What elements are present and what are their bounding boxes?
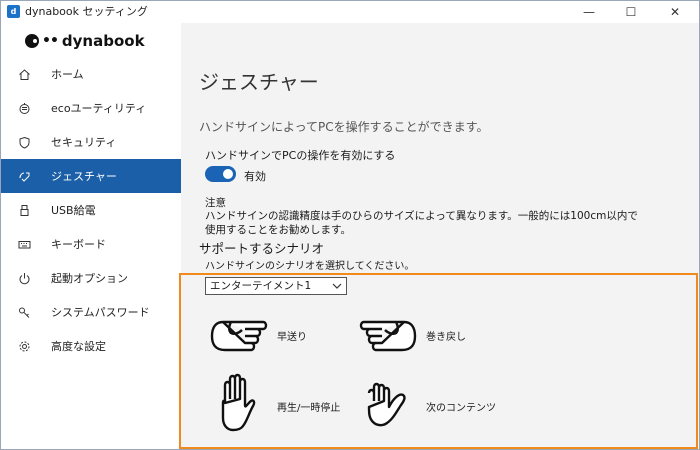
gesture-label: 巻き戻し	[426, 332, 466, 343]
gesture-label: 次のコンテンツ	[426, 403, 496, 414]
sidebar-item-keyboard[interactable]: キーボード	[1, 227, 181, 261]
scenario-selected-value: エンターテイメント1	[210, 280, 312, 292]
sidebar: •• dynabook ホーム ecoユーティリティ セキュリティ ジェスチャー…	[1, 23, 181, 449]
window-title: dynabook セッティング	[25, 5, 148, 18]
keyboard-icon	[17, 237, 31, 251]
maximize-button[interactable]: ☐	[609, 1, 653, 23]
page-title: ジェスチャー	[199, 70, 319, 94]
gesture-enable-toggle[interactable]	[205, 166, 236, 182]
sidebar-item-usb[interactable]: USB給電	[1, 193, 181, 227]
gesture-label: 早送り	[277, 332, 307, 343]
sidebar-item-label: ジェスチャー	[51, 170, 117, 183]
sidebar-item-home[interactable]: ホーム	[1, 57, 181, 91]
title-bar: d dynabook セッティング — ☐ ✕	[1, 1, 699, 23]
note-text: ハンドサインの認識精度は手のひらのサイズによって異なります。一般的には100cm…	[205, 210, 638, 236]
section-title: サポートするシナリオ	[199, 241, 325, 256]
toggle-knob	[223, 169, 233, 179]
sidebar-item-label: システムパスワード	[51, 306, 150, 319]
sidebar-item-label: ecoユーティリティ	[51, 102, 147, 115]
power-icon	[17, 271, 31, 285]
logo-dots-icon: ••	[42, 33, 59, 49]
sidebar-item-eco[interactable]: ecoユーティリティ	[1, 91, 181, 125]
toggle-state-label: 有効	[244, 170, 266, 183]
gesture-fast-forward	[209, 313, 271, 357]
main-content: ジェスチャー ハンドサインによってPCを操作することができます。 ハンドサインで…	[179, 23, 699, 449]
sidebar-item-security[interactable]: セキュリティ	[1, 125, 181, 159]
sidebar-item-label: USB給電	[51, 204, 96, 217]
logo-text: dynabook	[61, 32, 145, 50]
minimize-button[interactable]: —	[567, 1, 611, 23]
app-window: d dynabook セッティング — ☐ ✕ •• dynabook ホーム …	[0, 0, 700, 450]
sidebar-item-label: 起動オプション	[51, 272, 128, 285]
usb-icon	[17, 203, 31, 217]
open-palm-icon	[217, 373, 257, 433]
sidebar-item-gesture[interactable]: ジェスチャー	[1, 159, 181, 193]
gesture-play-pause	[217, 373, 257, 433]
hand-cup-icon	[363, 379, 409, 429]
app-icon: d	[7, 5, 20, 18]
sidebar-item-label: セキュリティ	[51, 136, 117, 149]
hand-point-left-icon	[356, 313, 418, 357]
chevron-down-icon	[332, 278, 342, 300]
gesture-rewind	[356, 313, 418, 357]
gesture-icon	[17, 169, 31, 183]
section-description: ハンドサインのシナリオを選択してください。	[205, 261, 415, 272]
close-button[interactable]: ✕	[653, 1, 697, 23]
scenario-dropdown[interactable]: エンターテイメント1	[205, 277, 347, 295]
home-icon	[17, 67, 31, 81]
toggle-heading: ハンドサインでPCの操作を有効にする	[205, 149, 396, 162]
sidebar-nav: ホーム ecoユーティリティ セキュリティ ジェスチャー USB給電 キーボード…	[1, 57, 181, 363]
note-title: 注意	[205, 197, 226, 209]
logo-mark-icon	[25, 34, 39, 48]
hand-point-right-icon	[209, 313, 271, 357]
key-icon	[17, 305, 31, 319]
gear-icon	[17, 339, 31, 353]
shield-icon	[17, 135, 31, 149]
sidebar-item-label: ホーム	[51, 68, 84, 81]
page-description: ハンドサインによってPCを操作することができます。	[199, 120, 489, 134]
sidebar-item-system-password[interactable]: システムパスワード	[1, 295, 181, 329]
gesture-next-content	[363, 379, 409, 429]
sidebar-item-advanced[interactable]: 高度な設定	[1, 329, 181, 363]
sidebar-item-label: 高度な設定	[51, 340, 106, 353]
eco-icon	[17, 101, 31, 115]
sidebar-item-boot-options[interactable]: 起動オプション	[1, 261, 181, 295]
gesture-label: 再生/一時停止	[277, 403, 341, 414]
dynabook-logo: •• dynabook	[25, 31, 145, 51]
sidebar-item-label: キーボード	[51, 238, 106, 251]
